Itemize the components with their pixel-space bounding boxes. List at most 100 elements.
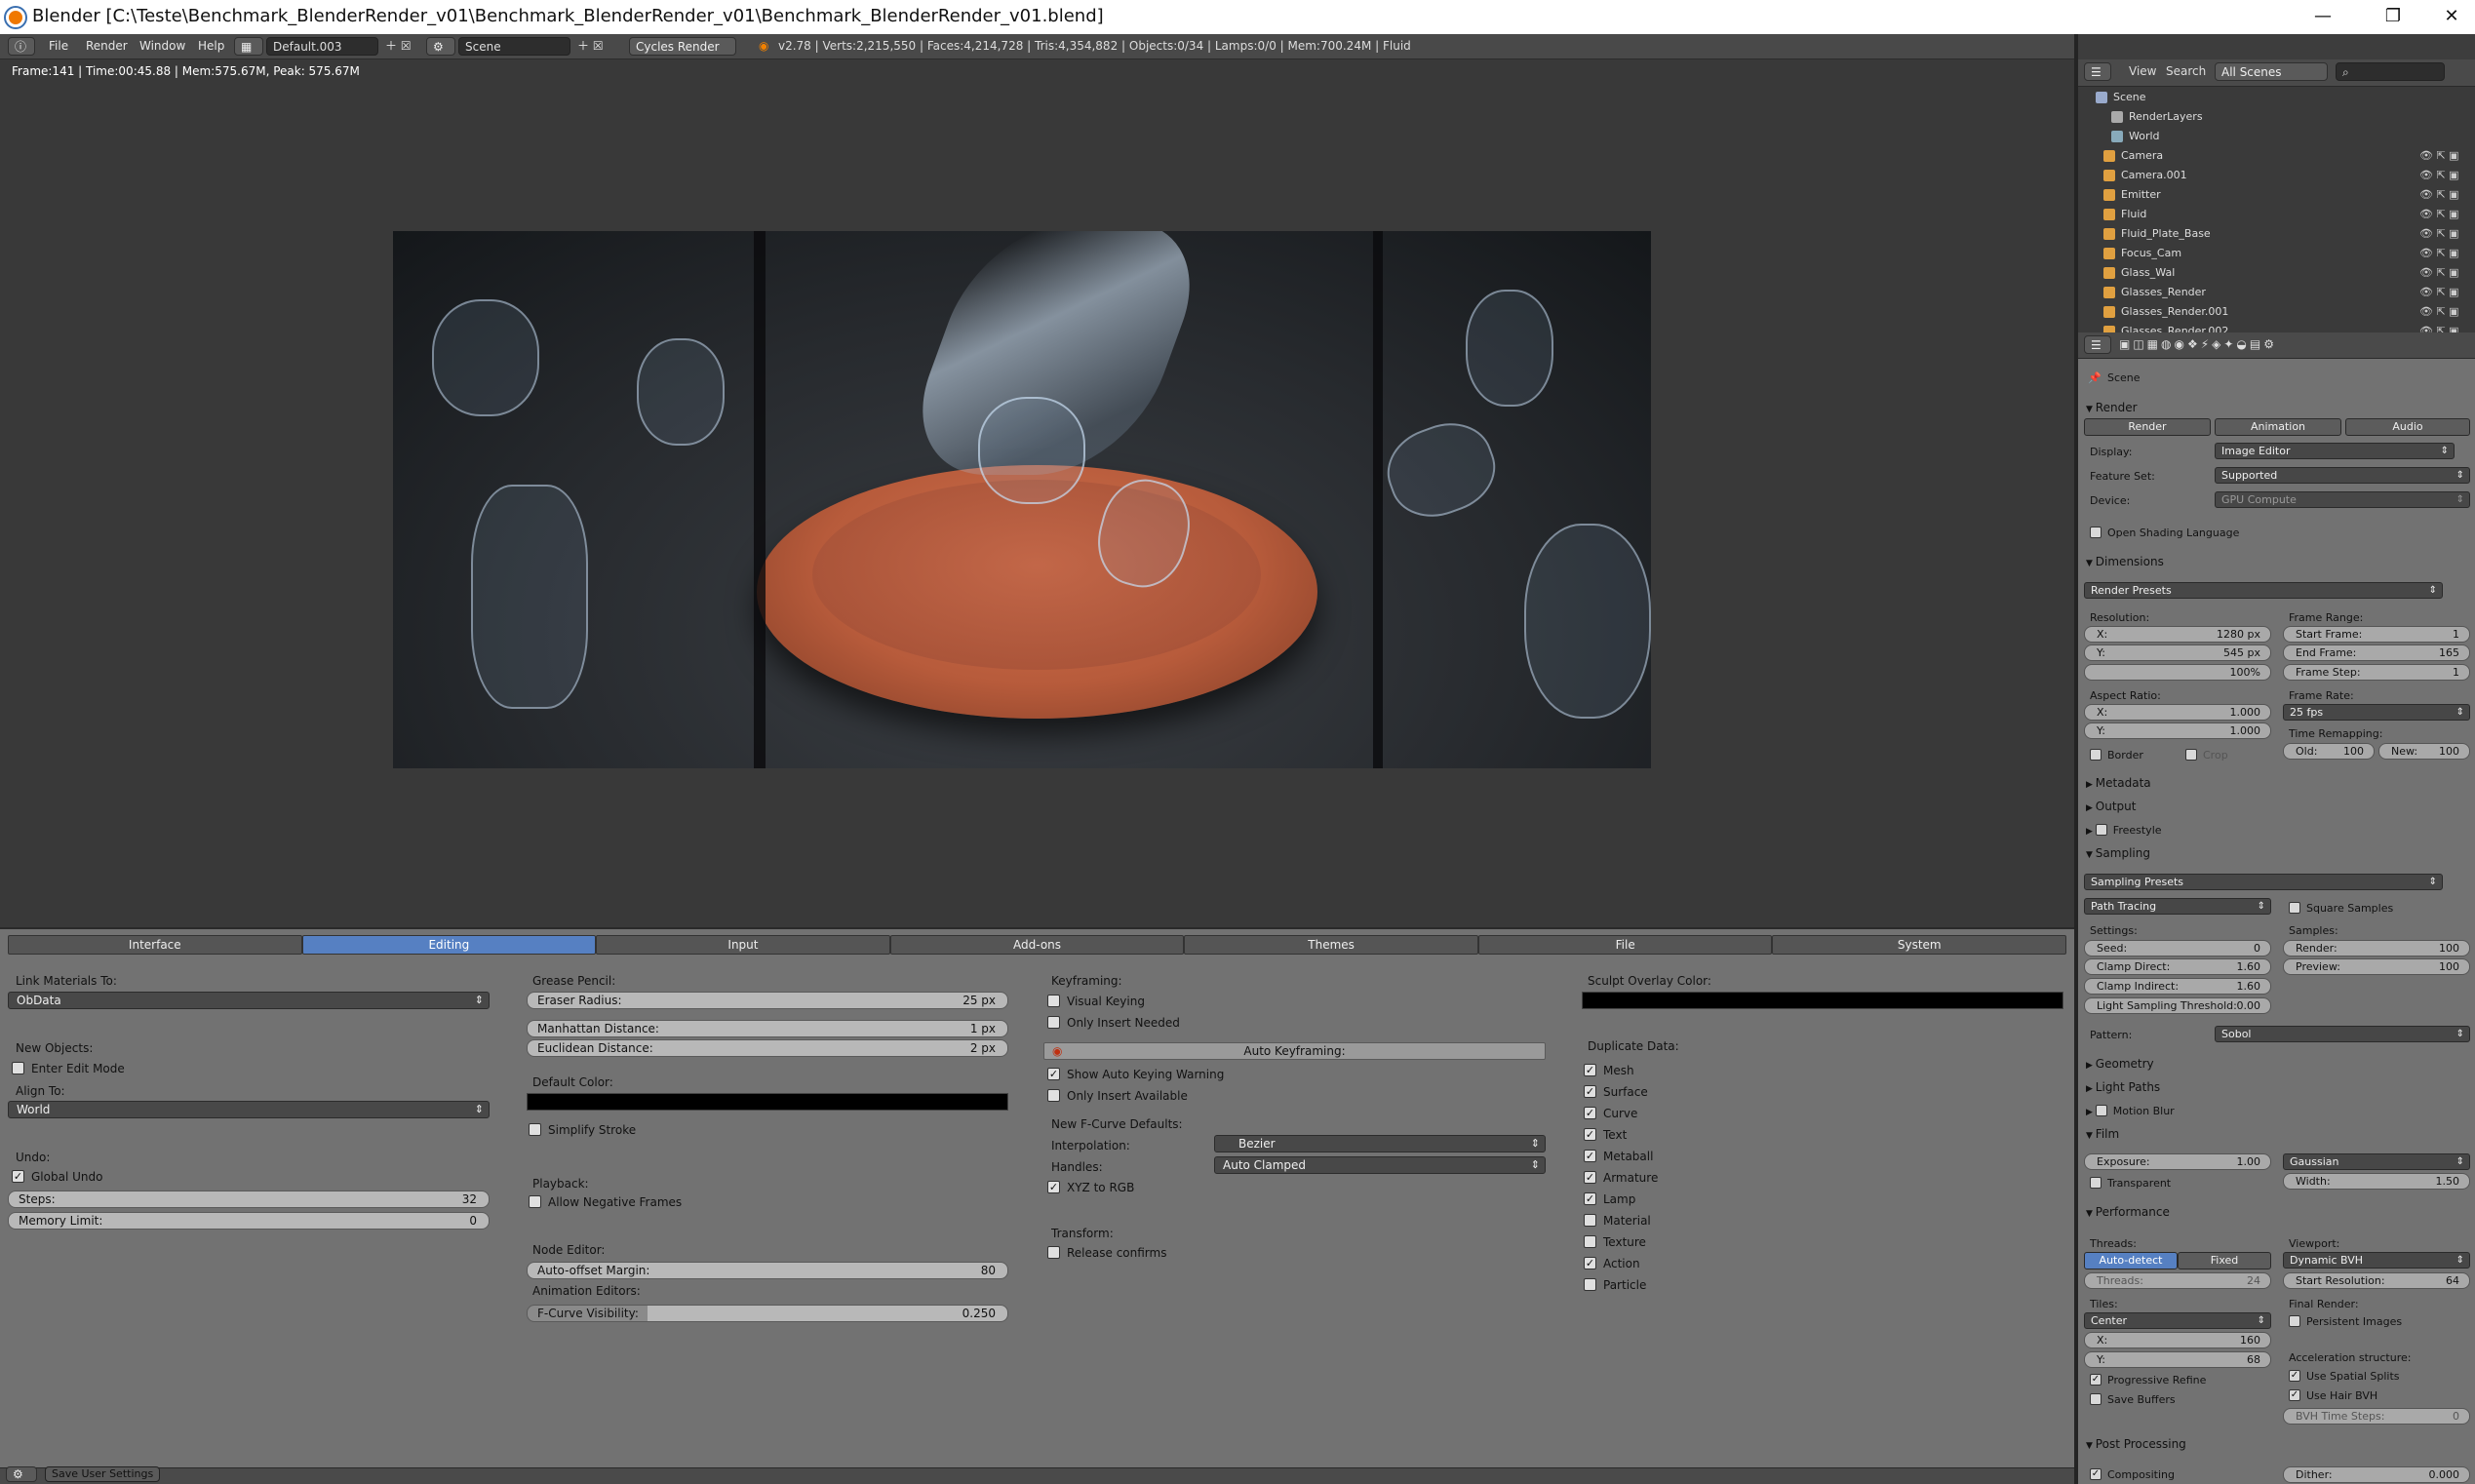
bvh-time-steps-field[interactable]: BVH Time Steps: 0 bbox=[2283, 1408, 2470, 1425]
threads-autodetect-button[interactable]: Auto-detect bbox=[2084, 1252, 2178, 1269]
motion-blur-panel-header[interactable]: Motion Blur bbox=[2086, 1104, 2175, 1117]
minimize-button[interactable]: — bbox=[2294, 0, 2352, 34]
dither-field[interactable]: Dither: 0.000 bbox=[2283, 1466, 2470, 1483]
outliner-editor-icon[interactable]: ☰ bbox=[2084, 62, 2111, 81]
light-paths-panel-header[interactable]: Light Paths bbox=[2086, 1080, 2160, 1094]
visibility-icons[interactable]: 👁 ⇱ ▣ bbox=[2419, 302, 2459, 322]
add-layout-icon[interactable]: ＋ ☒ bbox=[385, 37, 412, 56]
memory-limit-field[interactable]: Memory Limit: 0 bbox=[8, 1212, 490, 1230]
render-presets-select[interactable]: Render Presets bbox=[2084, 582, 2443, 599]
visibility-icons[interactable]: 👁 ⇱ ▣ bbox=[2419, 224, 2459, 244]
image-editor-viewport[interactable]: Frame:141 | Time:00:45.88 | Mem:575.67M,… bbox=[0, 59, 2074, 927]
osl-checkbox[interactable]: Open Shading Language bbox=[2090, 527, 2239, 539]
tile-y-field[interactable]: Y: 68 bbox=[2084, 1351, 2271, 1368]
filter-width-field[interactable]: Width: 1.50 bbox=[2283, 1173, 2470, 1190]
only-insert-available-checkbox[interactable]: Only Insert Available bbox=[1047, 1089, 1188, 1103]
preview-samples-field[interactable]: Preview: 100 bbox=[2283, 958, 2470, 975]
visibility-icons[interactable]: 👁 ⇱ ▣ bbox=[2419, 146, 2459, 166]
eraser-radius-field[interactable]: Eraser Radius: 25 px bbox=[527, 992, 1008, 1009]
frame-step-field[interactable]: Frame Step: 1 bbox=[2283, 664, 2470, 681]
outliner-row[interactable]: Focus_Cam 👁 ⇱ ▣ bbox=[2078, 244, 2475, 263]
tile-order-select[interactable]: Center bbox=[2084, 1312, 2271, 1329]
menu-render[interactable]: Render bbox=[86, 37, 128, 56]
frame-rate-select[interactable]: 25 fps bbox=[2283, 704, 2470, 721]
only-insert-needed-checkbox[interactable]: Only Insert Needed bbox=[1047, 1016, 1180, 1030]
tab-system[interactable]: System bbox=[1772, 935, 2067, 955]
default-color-swatch[interactable] bbox=[527, 1093, 1008, 1111]
sampling-panel-header[interactable]: Sampling bbox=[2086, 846, 2150, 860]
duplicate-data-checkbox[interactable]: ✓ Action bbox=[1584, 1257, 1640, 1270]
end-frame-field[interactable]: End Frame: 165 bbox=[2283, 644, 2470, 661]
duplicate-data-checkbox[interactable]: Texture bbox=[1584, 1235, 1646, 1249]
remap-new-field[interactable]: New: 100 bbox=[2378, 743, 2470, 760]
remap-old-field[interactable]: Old: 100 bbox=[2283, 743, 2375, 760]
output-panel-header[interactable]: Output bbox=[2086, 800, 2137, 813]
release-confirms-checkbox[interactable]: Release confirms bbox=[1047, 1246, 1166, 1260]
duplicate-data-checkbox[interactable]: ✓ Lamp bbox=[1584, 1192, 1635, 1206]
visibility-icons[interactable]: 👁 ⇱ ▣ bbox=[2419, 205, 2459, 224]
screen-layout-field[interactable]: Default.003 bbox=[266, 37, 378, 56]
outliner-row[interactable]: Camera 👁 ⇱ ▣ bbox=[2078, 146, 2475, 166]
allow-negative-frames-checkbox[interactable]: Allow Negative Frames bbox=[529, 1195, 682, 1209]
resolution-percentage-field[interactable]: 100% bbox=[2084, 664, 2271, 681]
animation-button[interactable]: Animation bbox=[2215, 418, 2341, 436]
tab-editing[interactable]: Editing bbox=[301, 935, 597, 955]
clamp-indirect-field[interactable]: Clamp Indirect: 1.60 bbox=[2084, 978, 2271, 995]
pixel-filter-select[interactable]: Gaussian bbox=[2283, 1153, 2470, 1170]
outliner-row[interactable]: World bbox=[2078, 127, 2475, 146]
light-sampling-threshold-field[interactable]: Light Sampling Threshold: 0.00 bbox=[2084, 997, 2271, 1014]
duplicate-data-checkbox[interactable]: ✓ Curve bbox=[1584, 1107, 1637, 1120]
scene-icon[interactable]: ⚙ bbox=[426, 37, 455, 56]
auto-offset-margin-field[interactable]: Auto-offset Margin: 80 bbox=[527, 1262, 1008, 1279]
seed-field[interactable]: Seed: 0 bbox=[2084, 940, 2271, 957]
threads-fixed-button[interactable]: Fixed bbox=[2178, 1252, 2271, 1269]
render-samples-field[interactable]: Render: 100 bbox=[2283, 940, 2470, 957]
sculpt-overlay-color-swatch[interactable] bbox=[1582, 992, 2063, 1009]
crop-checkbox[interactable]: Crop bbox=[2185, 749, 2228, 762]
outliner-row[interactable]: Fluid_Plate_Base 👁 ⇱ ▣ bbox=[2078, 224, 2475, 244]
geometry-panel-header[interactable]: Geometry bbox=[2086, 1057, 2154, 1071]
save-user-settings-button[interactable]: Save User Settings bbox=[45, 1466, 161, 1482]
performance-panel-header[interactable]: Performance bbox=[2086, 1205, 2170, 1219]
outliner-search-menu[interactable]: Search bbox=[2166, 62, 2206, 81]
manhattan-distance-field[interactable]: Manhattan Distance: 1 px bbox=[527, 1020, 1008, 1037]
visibility-icons[interactable]: 👁 ⇱ ▣ bbox=[2419, 166, 2459, 185]
feature-set-select[interactable]: Supported bbox=[2215, 467, 2470, 484]
outliner-row[interactable]: Glasses_Render.001 👁 ⇱ ▣ bbox=[2078, 302, 2475, 322]
exposure-field[interactable]: Exposure: 1.00 bbox=[2084, 1153, 2271, 1170]
threads-count-field[interactable]: Threads: 24 bbox=[2084, 1272, 2271, 1289]
duplicate-data-checkbox[interactable]: ✓ Armature bbox=[1584, 1171, 1658, 1185]
integrator-select[interactable]: Path Tracing bbox=[2084, 898, 2271, 915]
start-frame-field[interactable]: Start Frame: 1 bbox=[2283, 626, 2470, 643]
menu-file[interactable]: File bbox=[49, 37, 68, 56]
close-button[interactable]: ✕ bbox=[2422, 0, 2475, 34]
resolution-x-field[interactable]: X: 1280 px bbox=[2084, 626, 2271, 643]
display-select[interactable]: Image Editor bbox=[2215, 443, 2455, 459]
duplicate-data-checkbox[interactable]: ✓ Metaball bbox=[1584, 1150, 1653, 1163]
auto-keyframing-toggle[interactable]: ◉ Auto Keyframing: bbox=[1043, 1042, 1546, 1060]
editor-type-icon[interactable]: ⚙ bbox=[6, 1466, 37, 1482]
tab-input[interactable]: Input bbox=[596, 935, 890, 955]
screen-layout-icon[interactable]: ▦ bbox=[234, 37, 263, 56]
progressive-refine-checkbox[interactable]: ✓ Progressive Refine bbox=[2090, 1374, 2206, 1386]
xyz-to-rgb-checkbox[interactable]: ✓ XYZ to RGB bbox=[1047, 1181, 1134, 1194]
menu-window[interactable]: Window bbox=[139, 37, 185, 56]
outliner-row[interactable]: Glasses_Render 👁 ⇱ ▣ bbox=[2078, 283, 2475, 302]
render-panel-header[interactable]: Render bbox=[2086, 401, 2138, 414]
duplicate-data-checkbox[interactable]: ✓ Text bbox=[1584, 1128, 1627, 1142]
enter-edit-mode-checkbox[interactable]: Enter Edit Mode bbox=[12, 1062, 125, 1075]
visibility-icons[interactable]: 👁 ⇱ ▣ bbox=[2419, 244, 2459, 263]
tile-x-field[interactable]: X: 160 bbox=[2084, 1332, 2271, 1348]
dimensions-panel-header[interactable]: Dimensions bbox=[2086, 555, 2164, 568]
align-to-select[interactable]: World bbox=[8, 1101, 490, 1118]
properties-context-icons[interactable]: ▣◫▦◍◉❖⚡◈✦◒▤⚙ bbox=[2119, 335, 2277, 354]
link-materials-select[interactable]: ObData bbox=[8, 992, 490, 1009]
simplify-stroke-checkbox[interactable]: Simplify Stroke bbox=[529, 1123, 636, 1137]
duplicate-data-checkbox[interactable]: ✓ Surface bbox=[1584, 1085, 1648, 1099]
save-buffers-checkbox[interactable]: Save Buffers bbox=[2090, 1393, 2176, 1406]
render-engine-select[interactable]: Cycles Render bbox=[629, 37, 736, 56]
aspect-y-field[interactable]: Y: 1.000 bbox=[2084, 722, 2271, 739]
hair-bvh-checkbox[interactable]: ✓ Use Hair BVH bbox=[2289, 1389, 2377, 1402]
scene-pin-icon[interactable]: 📌 bbox=[2088, 371, 2102, 384]
tab-file[interactable]: File bbox=[1477, 935, 1773, 955]
